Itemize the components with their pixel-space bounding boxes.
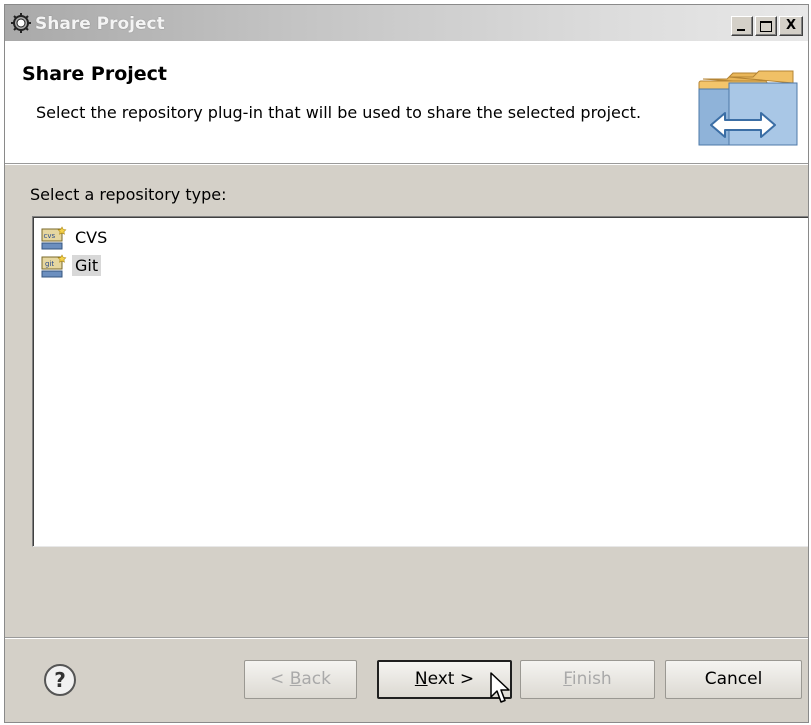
minimize-button[interactable] [731, 16, 753, 36]
minimize-icon [737, 29, 745, 31]
next-button[interactable]: Next > [377, 660, 512, 699]
finish-button[interactable]: Finish [520, 660, 655, 699]
page-title: Share Project [22, 63, 167, 85]
repository-type-label: Select a repository type: [30, 185, 227, 204]
title-bar[interactable]: Share Project X [5, 5, 808, 41]
maximize-button[interactable] [755, 16, 777, 36]
close-button[interactable]: X [779, 16, 803, 36]
next-button-rest: ext > [427, 669, 475, 689]
list-item-label: CVS [75, 228, 108, 247]
repository-type-list[interactable]: cvs CVS git Git [32, 216, 808, 547]
page-description: Select the repository plug-in that will … [36, 103, 642, 122]
window-title: Share Project [35, 14, 165, 34]
maximize-icon [760, 21, 772, 32]
cvs-repository-icon: cvs [41, 226, 67, 250]
back-button-rest: ack [301, 669, 331, 689]
banner-separator [5, 164, 808, 165]
cancel-button-label: Cancel [704, 669, 763, 689]
next-button-mnemonic: N [414, 669, 428, 689]
cancel-button[interactable]: Cancel [665, 660, 802, 699]
finish-button-mnemonic: F [563, 669, 572, 689]
list-item-label: Git [72, 255, 102, 276]
help-icon[interactable]: ? [43, 663, 77, 697]
eclipse-gear-icon [11, 13, 31, 33]
back-button-prefix: < [270, 669, 290, 689]
folders-sync-icon [698, 70, 798, 146]
git-repository-icon: git [41, 254, 67, 278]
back-button[interactable]: < Back [244, 660, 357, 699]
svg-text:git: git [45, 260, 54, 268]
share-project-dialog: Share Project X Share Project Select the… [4, 4, 809, 723]
wizard-banner: Share Project Select the repository plug… [5, 41, 808, 164]
back-button-mnemonic: B [289, 669, 302, 689]
svg-text:?: ? [54, 668, 66, 692]
finish-button-rest: inish [571, 669, 612, 689]
close-icon: X [785, 18, 797, 33]
button-bar-separator-highlight [5, 638, 808, 639]
svg-text:cvs: cvs [44, 232, 56, 240]
